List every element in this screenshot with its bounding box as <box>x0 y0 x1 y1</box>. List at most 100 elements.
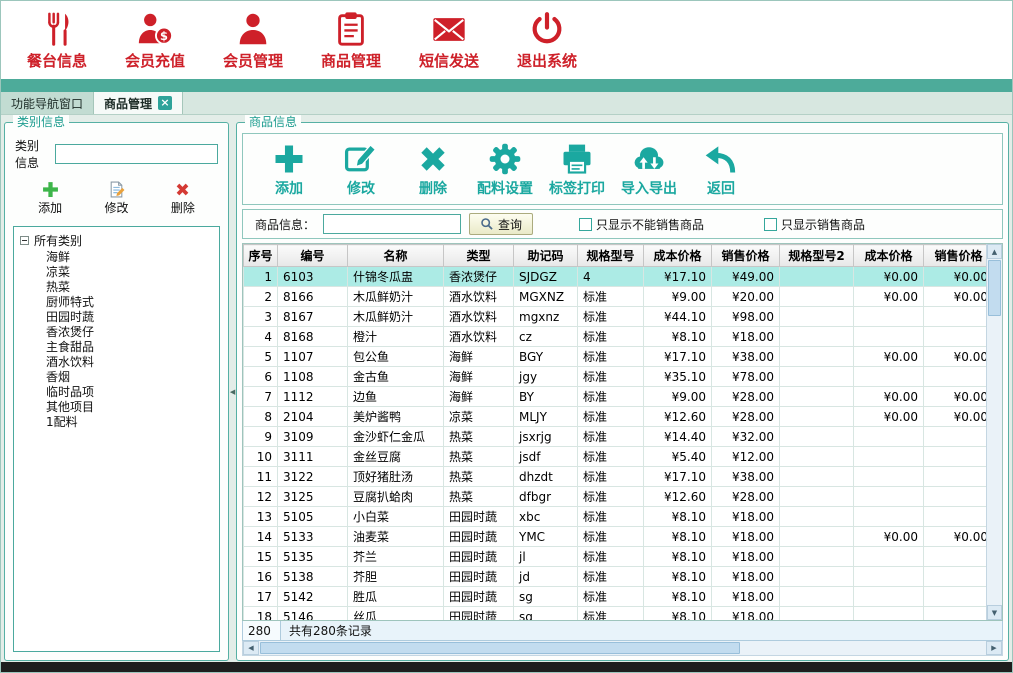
menu-exit-system[interactable]: 退出系统 <box>503 10 591 71</box>
splitter-collapse-icon[interactable]: ◀ <box>230 388 235 396</box>
table-cell: 5135 <box>278 547 348 567</box>
column-header[interactable]: 名称 <box>348 245 444 267</box>
menu-member-manage[interactable]: 会员管理 <box>209 10 297 71</box>
scroll-right-icon[interactable]: ▶ <box>986 641 1002 655</box>
panel-splitter[interactable]: ◀ <box>230 122 235 661</box>
category-add-button[interactable]: 添加 <box>38 181 62 216</box>
toolbar-label: 添加 <box>275 178 303 198</box>
table-row[interactable]: 28166木瓜鲜奶汁酒水饮料MGXNZ标准¥9.00¥20.00¥0.00¥0.… <box>244 287 987 307</box>
column-header[interactable]: 成本价格 <box>644 245 712 267</box>
toolbar-label: 删除 <box>419 178 447 198</box>
table-cell <box>924 307 987 327</box>
scroll-left-icon[interactable]: ◀ <box>243 641 259 655</box>
tree-item[interactable]: 香浓煲仔 <box>46 325 217 340</box>
table-cell: ¥18.00 <box>712 587 780 607</box>
tab-close-icon[interactable]: × <box>158 96 172 110</box>
table-row[interactable]: 135105小白菜田园时蔬xbc标准¥8.10¥18.00 <box>244 507 987 527</box>
product-delete-button[interactable]: 删除 <box>403 141 463 198</box>
category-modify-button[interactable]: 修改 <box>104 181 128 216</box>
tab-nav-window[interactable]: 功能导航窗口 <box>1 92 94 114</box>
category-delete-button[interactable]: 删除 <box>171 181 195 216</box>
table-cell: 标准 <box>578 427 644 447</box>
menu-member-recharge[interactable]: $ 会员充值 <box>111 10 199 71</box>
table-cell: 田园时蔬 <box>444 547 514 567</box>
product-search-input[interactable] <box>323 214 461 234</box>
category-input[interactable] <box>55 144 218 164</box>
vertical-scroll-thumb[interactable] <box>988 260 1001 316</box>
import-export-button[interactable]: 导入导出 <box>619 141 679 198</box>
query-button[interactable]: 查询 <box>469 213 533 235</box>
table-cell: 田园时蔬 <box>444 527 514 547</box>
table-row[interactable]: 93109金沙虾仁金瓜热菜jsxrjg标准¥14.40¥32.00 <box>244 427 987 447</box>
column-header[interactable]: 序号 <box>244 245 278 267</box>
table-cell: 16 <box>244 567 278 587</box>
table-row[interactable]: 175142胜瓜田园时蔬sg标准¥8.10¥18.00 <box>244 587 987 607</box>
tree-root-all-categories[interactable]: 所有类别 <box>16 232 217 249</box>
ingredient-settings-button[interactable]: 配料设置 <box>475 141 535 198</box>
label-print-button[interactable]: 标签打印 <box>547 141 607 198</box>
column-header[interactable]: 类型 <box>444 245 514 267</box>
product-edit-button[interactable]: 修改 <box>331 141 391 198</box>
table-row[interactable]: 16103什锦冬瓜盅香浓煲仔SJDGZ4¥17.10¥49.00¥0.00¥0.… <box>244 267 987 287</box>
tree-item[interactable]: 厨师特式 <box>46 295 217 310</box>
tree-item[interactable]: 其他项目 <box>46 400 217 415</box>
column-header[interactable]: 规格型号2 <box>780 245 854 267</box>
table-cell: ¥35.10 <box>644 367 712 387</box>
table-row[interactable]: 38167木瓜鲜奶汁酒水饮料mgxnz标准¥44.10¥98.00 <box>244 307 987 327</box>
checkbox-unsellable-row[interactable]: 只显示不能销售商品 <box>579 216 704 233</box>
column-header[interactable]: 销售价格 <box>924 245 987 267</box>
table-cell: jd <box>514 567 578 587</box>
product-add-button[interactable]: 添加 <box>259 141 319 198</box>
menu-product-manage[interactable]: 商品管理 <box>307 10 395 71</box>
collapse-icon[interactable] <box>20 236 29 245</box>
table-row[interactable]: 82104美炉酱鸭凉菜MLJY标准¥12.60¥28.00¥0.00¥0.00 <box>244 407 987 427</box>
table-cell: 1112 <box>278 387 348 407</box>
tree-item[interactable]: 热菜 <box>46 280 217 295</box>
table-cell: ¥12.60 <box>644 487 712 507</box>
table-cell: 9 <box>244 427 278 447</box>
table-row[interactable]: 61108金古鱼海鲜jgy标准¥35.10¥78.00 <box>244 367 987 387</box>
table-cell: 田园时蔬 <box>444 507 514 527</box>
tree-item[interactable]: 1配料 <box>46 415 217 430</box>
tree-item[interactable]: 凉菜 <box>46 265 217 280</box>
checkbox-sellable[interactable] <box>764 218 777 231</box>
table-row[interactable]: 123125豆腐扒蛤肉热菜dfbgr标准¥12.60¥28.00 <box>244 487 987 507</box>
vertical-scrollbar[interactable]: ▲ ▼ <box>986 244 1002 620</box>
scroll-track[interactable] <box>987 317 1002 605</box>
checkbox-sellable-row[interactable]: 只显示销售商品 <box>764 216 865 233</box>
return-button[interactable]: 返回 <box>691 141 751 198</box>
table-row[interactable]: 145133油麦菜田园时蔬YMC标准¥8.10¥18.00¥0.00¥0.00 <box>244 527 987 547</box>
column-header[interactable]: 销售价格 <box>712 245 780 267</box>
column-header[interactable]: 规格型号 <box>578 245 644 267</box>
column-header[interactable]: 助记码 <box>514 245 578 267</box>
table-row[interactable]: 71112边鱼海鲜BY标准¥9.00¥28.00¥0.00¥0.00 <box>244 387 987 407</box>
tree-item[interactable]: 香烟 <box>46 370 217 385</box>
column-header[interactable]: 成本价格 <box>854 245 924 267</box>
table-cell: 标准 <box>578 407 644 427</box>
checkbox-unsellable[interactable] <box>579 218 592 231</box>
table-row[interactable]: 155135芥兰田园时蔬jl标准¥8.10¥18.00 <box>244 547 987 567</box>
tree-item[interactable]: 酒水饮料 <box>46 355 217 370</box>
category-tree: 所有类别 海鲜凉菜热菜厨师特式田园时蔬香浓煲仔主食甜品酒水饮料香烟临时品项其他项… <box>13 226 220 652</box>
tab-product-manage[interactable]: 商品管理 × <box>94 92 183 114</box>
column-header[interactable]: 编号 <box>278 245 348 267</box>
table-cell: 1 <box>244 267 278 287</box>
tree-item[interactable]: 海鲜 <box>46 250 217 265</box>
table-row[interactable]: 165138芥胆田园时蔬jd标准¥8.10¥18.00 <box>244 567 987 587</box>
table-cell: MLJY <box>514 407 578 427</box>
scroll-up-icon[interactable]: ▲ <box>987 244 1002 259</box>
menu-sms-send[interactable]: 短信发送 <box>405 10 493 71</box>
table-row[interactable]: 51107包公鱼海鲜BGY标准¥17.10¥38.00¥0.00¥0.00 <box>244 347 987 367</box>
table-row[interactable]: 113122顶好猪肚汤热菜dhzdt标准¥17.10¥38.00 <box>244 467 987 487</box>
tree-item[interactable]: 田园时蔬 <box>46 310 217 325</box>
horizontal-scroll-thumb[interactable] <box>260 642 740 654</box>
tree-item[interactable]: 主食甜品 <box>46 340 217 355</box>
table-row[interactable]: 185146丝瓜田园时蔬sg标准¥8.10¥18.00 <box>244 607 987 621</box>
scroll-track[interactable] <box>741 641 986 655</box>
horizontal-scrollbar[interactable]: ◀ ▶ <box>242 641 1003 656</box>
scroll-down-icon[interactable]: ▼ <box>987 605 1002 620</box>
table-row[interactable]: 103111金丝豆腐热菜jsdf标准¥5.40¥12.00 <box>244 447 987 467</box>
menu-table-info[interactable]: 餐台信息 <box>13 10 101 71</box>
table-row[interactable]: 48168橙汁酒水饮料cz标准¥8.10¥18.00 <box>244 327 987 347</box>
tree-item[interactable]: 临时品项 <box>46 385 217 400</box>
